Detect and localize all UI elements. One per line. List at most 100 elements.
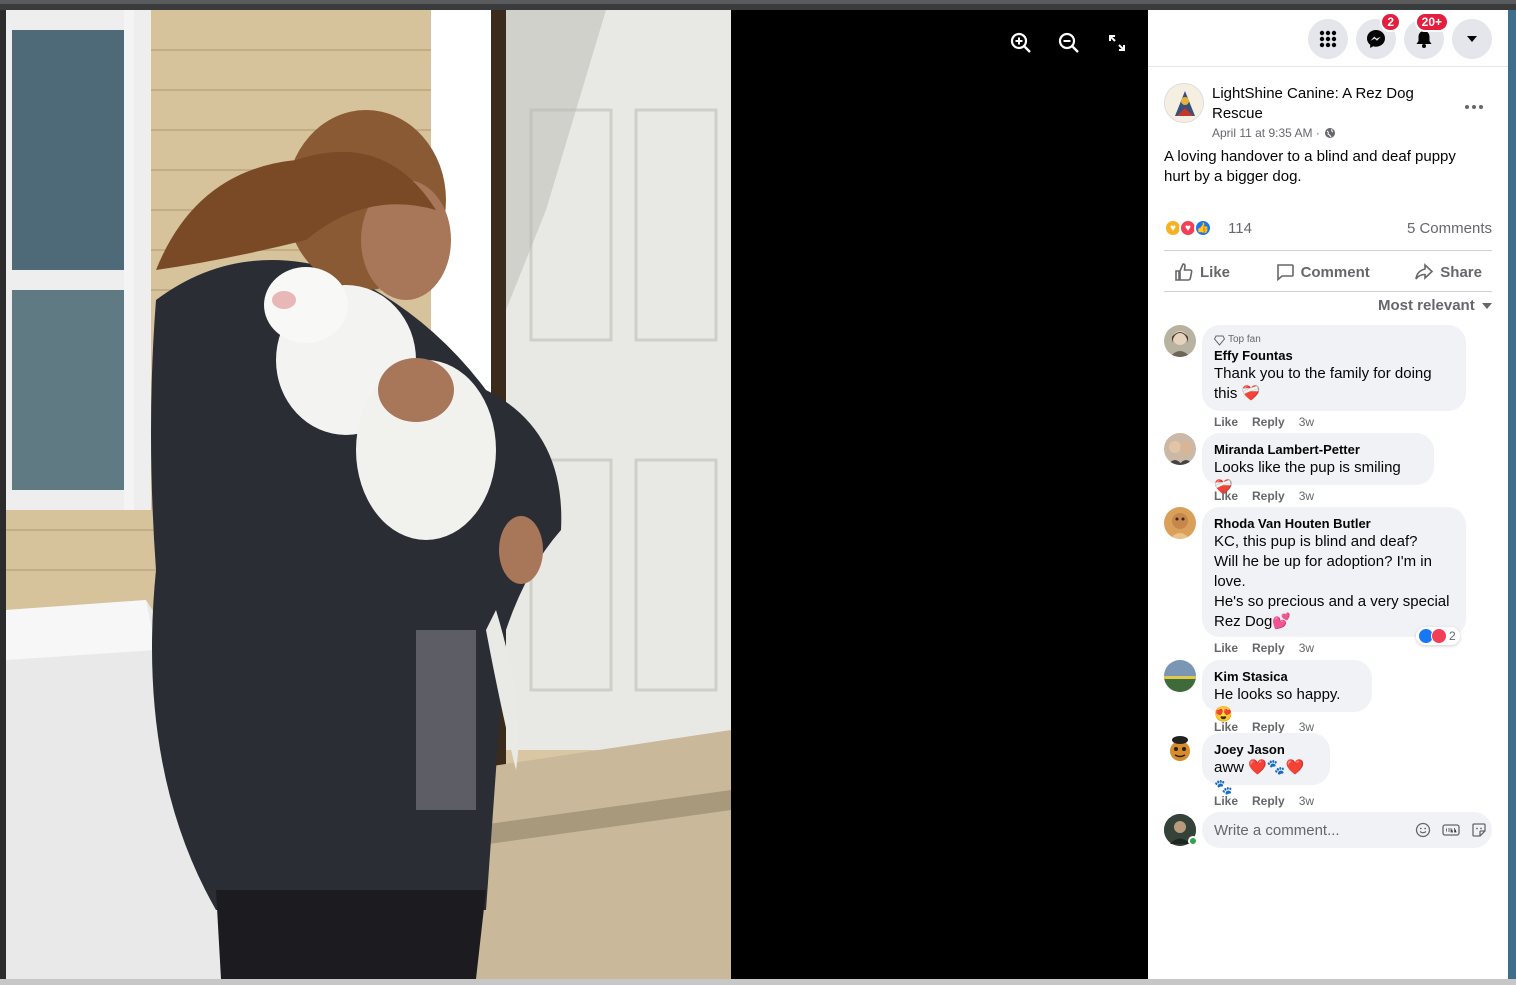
comment-like-button[interactable]: Like [1214,415,1238,429]
comment-like-button[interactable]: Like [1214,489,1238,503]
comment-reply-button[interactable]: Reply [1252,641,1285,655]
photo-illustration [6,10,731,979]
comment-bubble: Rhoda Van Houten Butler KC, this pup is … [1202,507,1466,637]
sticker-button[interactable] [1470,821,1488,839]
sort-label: Most relevant [1378,297,1475,314]
page-logo-icon [1165,84,1203,122]
comment-time[interactable]: 3w [1299,641,1314,655]
notifications-button[interactable]: 20+ [1404,12,1449,59]
menu-button[interactable] [1308,19,1348,59]
share-label: Share [1440,263,1482,281]
share-button[interactable]: Share [1404,255,1492,289]
comment-actions: Like Reply 3w [1214,641,1314,655]
comment-like-button[interactable]: Like [1214,794,1238,808]
comment-reactions[interactable]: 2 [1416,627,1460,645]
comment-sort-dropdown[interactable]: Most relevant [1378,297,1493,314]
background-edge [1508,10,1516,979]
zoom-out-icon [1058,32,1079,53]
reaction-count[interactable]: 114 [1228,220,1252,237]
share-icon [1415,263,1434,280]
commenter-name[interactable]: Rhoda Van Houten Butler [1214,515,1454,532]
gif-icon [1442,824,1460,836]
comment-actions: Like Reply 3w [1214,415,1314,429]
zoom-in-icon [1010,32,1031,53]
comment-text-line: Will he be up for adoption? I'm in [1214,553,1432,570]
composer-tools [1414,821,1488,839]
comment-reply-button[interactable]: Reply [1252,720,1285,734]
top-fan-badge: Top fan [1214,333,1454,347]
grid-menu-icon [1319,30,1337,48]
comment-text-line: KC, this pup is blind and deaf? [1214,533,1418,550]
comment-bubble: Miranda Lambert-Petter Looks like the pu… [1202,433,1434,496]
comment-bubble: Kim Stasica He looks so happy. 😍 [1202,660,1372,723]
post-timestamp[interactable]: April 11 at 9:35 AM · [1212,126,1320,140]
post-actions: Like Comment Share [1164,255,1492,289]
post-meta: April 11 at 9:35 AM · [1212,126,1336,140]
notifications-badge: 20+ [1414,12,1449,32]
divider [1164,291,1492,292]
comment-text: He looks so happy. 😍 [1214,686,1341,723]
emoji-button[interactable] [1414,821,1432,839]
post-options-button[interactable] [1456,97,1492,117]
commenter-avatar[interactable] [1164,660,1196,692]
post-photo[interactable] [6,10,731,979]
like-label: Like [1200,263,1231,281]
post-text: A loving handover to a blind and deaf pu… [1164,148,1456,185]
comment-button[interactable]: Comment [1265,255,1380,289]
comment-actions: Like Reply 3w [1214,794,1314,808]
photo-controls [1008,30,1130,56]
commenter-name[interactable]: Miranda Lambert-Petter [1214,441,1422,458]
page-name[interactable]: LightShine Canine: A Rez Dog Rescue [1212,84,1442,124]
comment-like-button[interactable]: Like [1214,720,1238,734]
comment-reply-button[interactable]: Reply [1252,489,1285,503]
messenger-button[interactable]: 2 [1356,12,1401,59]
caret-down-icon [1467,36,1477,42]
comment-label: Comment [1300,263,1370,281]
commenter-avatar[interactable] [1164,325,1196,357]
comment-time[interactable]: 3w [1299,720,1314,734]
comment-reply-button[interactable]: Reply [1252,415,1285,429]
account-menu-button[interactable] [1452,19,1492,59]
comment-like-button[interactable]: Like [1214,641,1238,655]
zoom-in-button[interactable] [1008,30,1034,56]
messenger-badge: 2 [1380,12,1401,32]
commenter-name[interactable]: Effy Fountas [1214,347,1454,364]
gif-button[interactable] [1442,821,1460,839]
thumbs-up-icon [1175,263,1193,281]
fullscreen-icon [1109,35,1125,51]
commenter-name[interactable]: Joey Jason [1214,741,1318,758]
comment-text-line: love. [1214,573,1246,590]
reaction-icons[interactable]: ♥ ♥ 👍 [1164,219,1212,237]
comment-text: Thank you to the family for doing this ❤… [1214,365,1432,402]
comment-reply-button[interactable]: Reply [1252,794,1285,808]
commenter-avatar[interactable] [1164,433,1196,465]
like-button[interactable]: Like [1164,255,1240,289]
messenger-icon [1367,30,1385,48]
top-bar: 2 20+ [1148,10,1508,67]
post-side-panel: 2 20+ LightShine Canine: A Rez Dog Rescu… [1148,10,1508,979]
smiley-icon [1415,822,1431,838]
comment-time[interactable]: 3w [1299,415,1314,429]
fullscreen-button[interactable] [1104,30,1130,56]
caret-down-icon [1481,302,1492,309]
commenter-avatar[interactable] [1164,733,1196,765]
commenter-name[interactable]: Kim Stasica [1214,668,1360,685]
comment-bubble: Top fan Effy Fountas Thank you to the fa… [1202,325,1466,411]
sticker-icon [1472,823,1486,837]
comment-reaction-count: 2 [1449,629,1456,643]
comment-actions: Like Reply 3w [1214,720,1314,734]
comment-time[interactable]: 3w [1299,489,1314,503]
browser-top-strip [0,0,1516,10]
bell-icon [1416,31,1432,48]
comments-count[interactable]: 5 Comments [1407,220,1492,237]
reactions-summary: ♥ ♥ 👍 114 5 Comments [1164,218,1492,240]
online-status-dot [1188,836,1198,846]
browser-bottom-strip [0,979,1516,985]
zoom-out-button[interactable] [1056,30,1082,56]
divider [1164,250,1492,251]
comment-time[interactable]: 3w [1299,794,1314,808]
comment-composer [1164,812,1494,848]
page-avatar[interactable] [1164,83,1204,123]
diamond-icon [1214,335,1225,346]
commenter-avatar[interactable] [1164,507,1196,539]
